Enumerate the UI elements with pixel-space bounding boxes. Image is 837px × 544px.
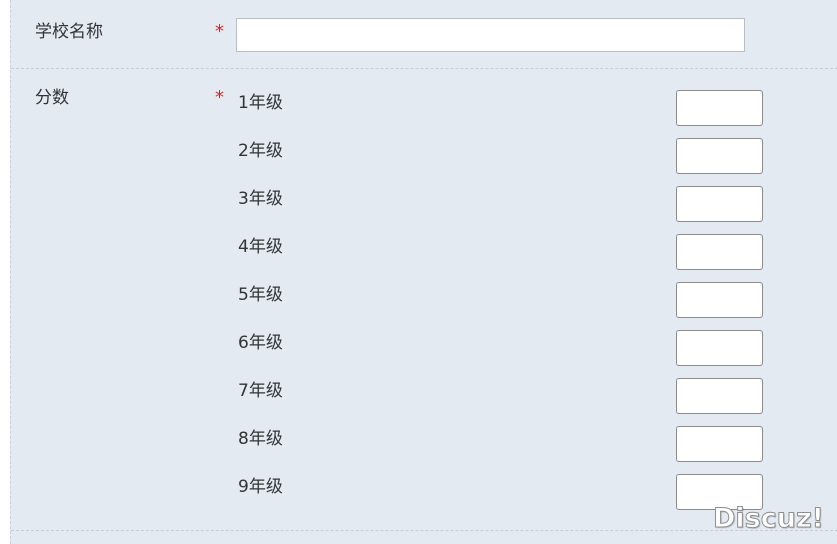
grade-label-6: 6年级 <box>238 333 283 353</box>
grade-label-7: 7年级 <box>238 381 283 401</box>
grade-score-input-7[interactable] <box>676 378 763 414</box>
grade-score-input-4[interactable] <box>676 234 763 270</box>
grade-score-input-6[interactable] <box>676 330 763 366</box>
grade-label-9: 9年级 <box>238 477 283 497</box>
grade-row-7: 7年级 <box>11 378 837 426</box>
grade-label-5: 5年级 <box>238 285 283 305</box>
form-panel: 学校名称 * 分数 * 1年级 2年级 3年级 4年级 5年级 6年级 7年级 … <box>10 0 837 544</box>
grade-row-1: 1年级 <box>11 90 837 138</box>
grade-score-input-8[interactable] <box>676 426 763 462</box>
grade-row-2: 2年级 <box>11 138 837 186</box>
grade-label-4: 4年级 <box>238 237 283 257</box>
grade-label-8: 8年级 <box>238 429 283 449</box>
grade-row-4: 4年级 <box>11 234 837 282</box>
school-name-required-mark: * <box>215 21 224 42</box>
grade-score-input-3[interactable] <box>676 186 763 222</box>
grade-row-3: 3年级 <box>11 186 837 234</box>
grade-row-5: 5年级 <box>11 282 837 330</box>
grade-score-input-1[interactable] <box>676 90 763 126</box>
grade-label-2: 2年级 <box>238 141 283 161</box>
score-row: 分数 * 1年级 2年级 3年级 4年级 5年级 6年级 7年级 8年级 9年级 <box>11 69 837 531</box>
grade-label-1: 1年级 <box>238 93 283 113</box>
grade-row-6: 6年级 <box>11 330 837 378</box>
grade-score-input-2[interactable] <box>676 138 763 174</box>
grade-score-input-5[interactable] <box>676 282 763 318</box>
school-name-input[interactable] <box>236 18 745 52</box>
discuz-watermark: Discuz! <box>713 503 825 535</box>
school-name-label: 学校名称 <box>35 22 103 42</box>
school-name-row: 学校名称 * <box>11 0 837 69</box>
grade-row-8: 8年级 <box>11 426 837 474</box>
grade-label-3: 3年级 <box>238 189 283 209</box>
